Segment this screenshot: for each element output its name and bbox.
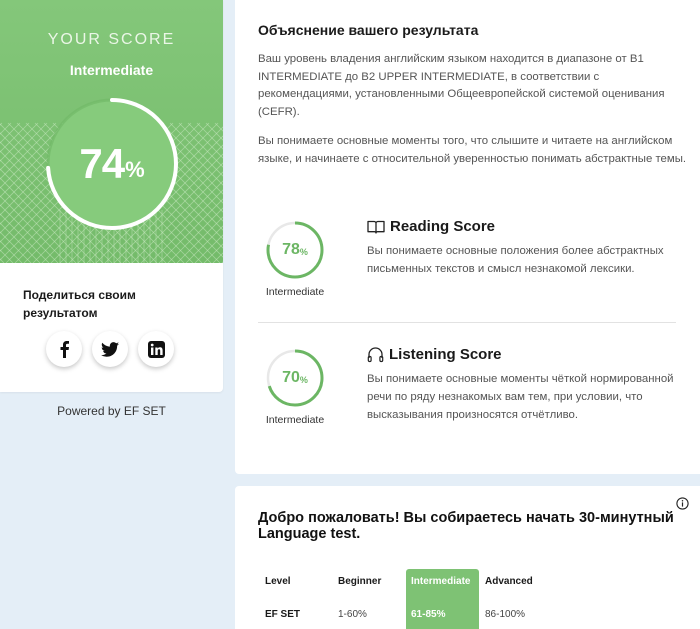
table-header-intermediate: Intermediate [411, 576, 471, 587]
level-table: Level Beginner Intermediate Advanced EF … [235, 569, 700, 629]
score-level: Intermediate [69, 62, 154, 78]
twitter-icon [101, 341, 119, 357]
headphones-icon [367, 347, 384, 363]
reading-level: Intermediate [265, 286, 325, 298]
reading-score-unit: % [299, 247, 308, 257]
explanation-title: Объяснение вашего результата [258, 22, 479, 38]
listening-score-description: Вы понимаете основные моменты чёткой нор… [367, 373, 674, 421]
share-facebook-button[interactable] [46, 331, 82, 367]
table-row-label: EF SET [265, 609, 301, 620]
explanation-paragraph: Ваш уровень владения английским языком н… [258, 53, 665, 118]
share-linkedin-button[interactable] [138, 331, 174, 367]
share-buttons [46, 331, 174, 367]
main-score-value: 74% [44, 96, 180, 232]
reading-score-number: 78 [282, 241, 300, 258]
listening-level: Intermediate [265, 414, 325, 426]
listening-score-value: 70% [265, 348, 325, 408]
table-cell-beginner: 1-60% [338, 609, 367, 620]
reading-score-description: Вы понимаете основные положения более аб… [367, 245, 664, 275]
welcome-card: Добро пожаловать! Вы собираетесь начать … [235, 486, 700, 629]
explanation-card: Объяснение вашего результата Ваш уровень… [235, 0, 700, 474]
score-hero: YOUR SCORE Intermediate 74% [0, 0, 223, 263]
score-card: YOUR SCORE Intermediate 74% Поделиться с… [0, 0, 223, 392]
info-icon[interactable] [676, 497, 689, 510]
table-cell-intermediate: 61-85% [411, 609, 446, 620]
table-cell-advanced: 86-100% [485, 609, 526, 620]
listening-score-number: 70 [282, 369, 300, 386]
table-header-level: Level [265, 576, 291, 587]
section-divider [258, 322, 676, 323]
powered-by: Powered by EF SET [57, 404, 166, 418]
explanation-paragraph: Вы понимаете основные моменты того, что … [258, 135, 687, 165]
share-twitter-button[interactable] [92, 331, 128, 367]
reading-score-title: Reading Score [390, 218, 496, 235]
linkedin-icon [147, 340, 165, 358]
main-score-number: 74 [79, 140, 125, 187]
main-score-unit: % [125, 157, 145, 182]
book-icon [367, 220, 385, 234]
listening-score-title: Listening Score [389, 346, 502, 363]
share-title: Поделиться своим результатом [23, 288, 136, 320]
table-header-beginner: Beginner [338, 576, 382, 587]
reading-score-header: Reading Score [367, 218, 495, 235]
listening-score-unit: % [299, 375, 308, 385]
listening-score-header: Listening Score [367, 346, 502, 363]
welcome-title: Добро пожаловать! Вы собираетесь начать … [258, 510, 674, 542]
facebook-icon [60, 341, 69, 358]
table-header-advanced: Advanced [485, 576, 533, 587]
reading-score-value: 78% [265, 220, 325, 280]
your-score-heading: YOUR SCORE [47, 31, 176, 48]
